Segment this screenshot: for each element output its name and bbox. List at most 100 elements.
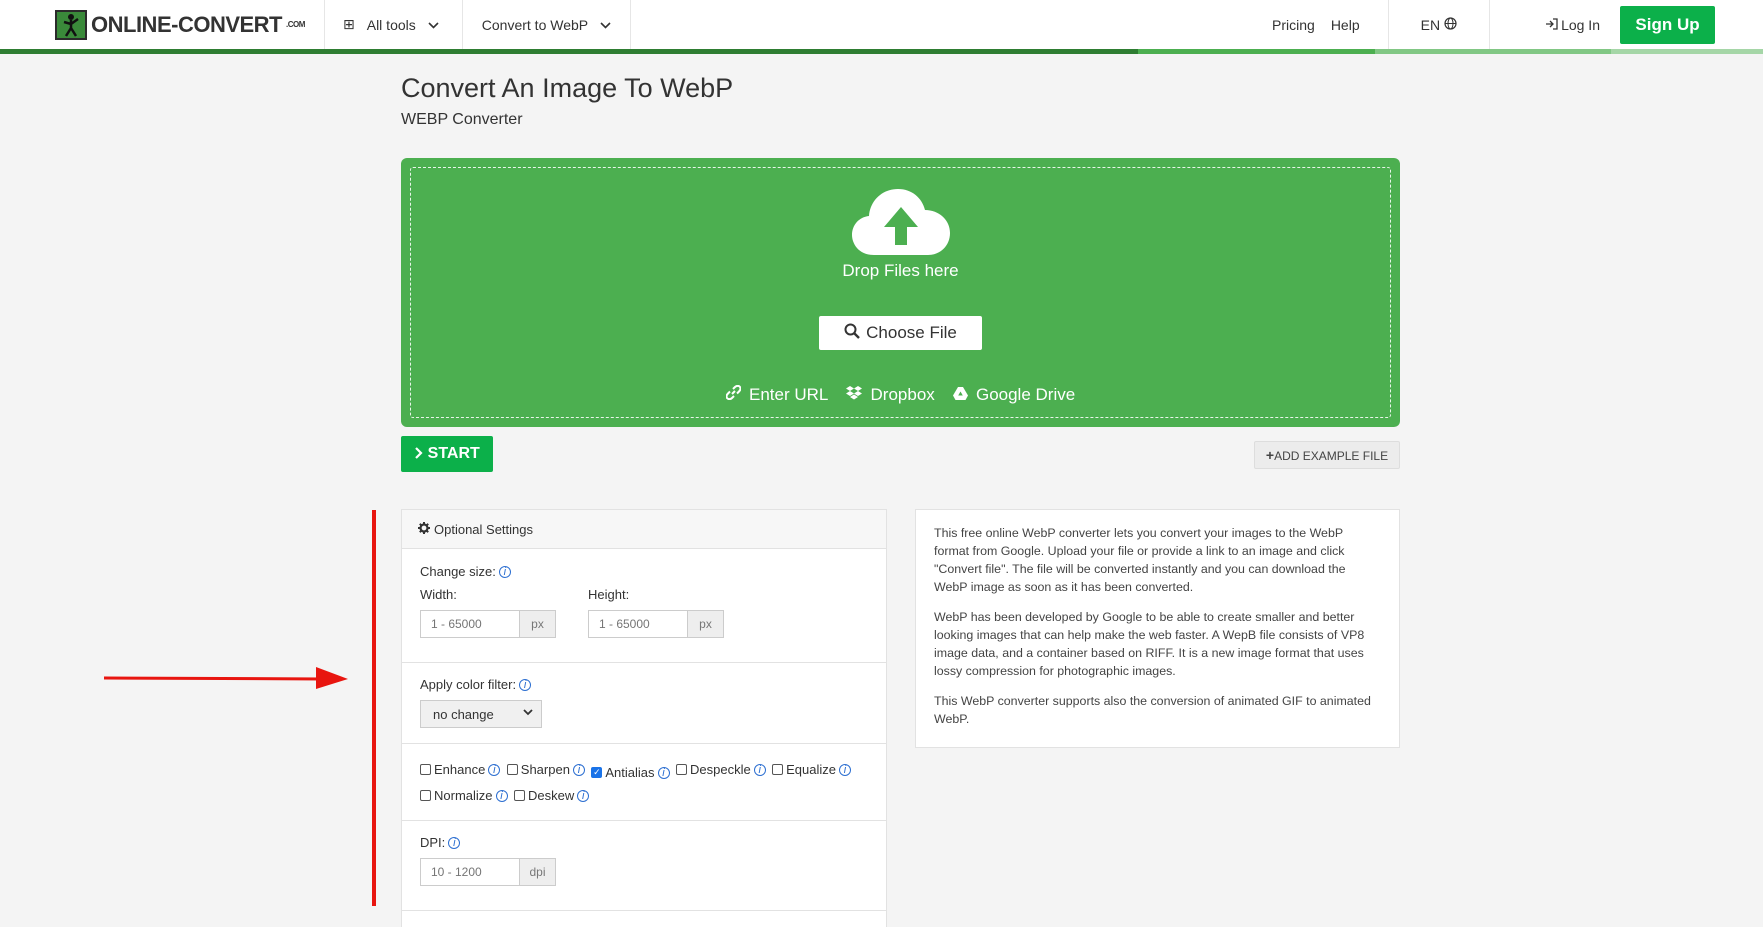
equalize-checkbox[interactable]: Equalize i	[772, 758, 852, 781]
header-progress-bar	[0, 49, 1763, 54]
color-filter-section: Apply color filter: i no change	[402, 663, 886, 744]
header-bar-segment	[1375, 49, 1611, 54]
checkbox-box[interactable]	[506, 764, 518, 775]
login-label: Log In	[1561, 16, 1600, 33]
google-drive-link[interactable]: Google Drive	[952, 385, 1076, 405]
login-link[interactable]: Log In	[1490, 0, 1620, 49]
checkbox-label: Normalize	[434, 788, 493, 803]
checkbox-box[interactable]	[675, 764, 687, 775]
dropbox-icon	[846, 386, 866, 404]
add-example-file-button[interactable]: +ADD EXAMPLE FILE	[1254, 441, 1400, 469]
annotation-vertical-line	[372, 510, 376, 906]
dpi-label: DPI:	[420, 835, 446, 850]
link-icon	[725, 384, 745, 404]
sign-up-button[interactable]: Sign Up	[1620, 5, 1715, 44]
chevron-down-icon	[600, 18, 611, 32]
sharpen-checkbox[interactable]: Sharpen i	[506, 758, 585, 781]
enter-url-label: Enter URL	[748, 385, 829, 404]
grid-icon: ⊞	[343, 16, 355, 32]
height-unit: px	[687, 611, 723, 637]
page-subtitle: WEBP Converter	[401, 111, 523, 128]
start-label: START	[427, 445, 480, 462]
info-icon[interactable]: i	[572, 763, 585, 776]
dropbox-label: Dropbox	[870, 385, 935, 404]
deskew-checkbox[interactable]: Deskew i	[513, 784, 590, 807]
info-icon[interactable]: i	[839, 763, 852, 776]
optional-settings-header: Optional Settings	[402, 510, 886, 549]
cloud-upload-icon	[850, 185, 952, 262]
description-paragraph: This free online WebP converter lets you…	[934, 526, 1346, 594]
all-tools-menu[interactable]: ⊞ All tools	[325, 0, 463, 49]
chevron-right-icon	[414, 445, 427, 462]
checkbox-label: Equalize	[786, 762, 837, 777]
filters-checkbox-list: Enhance i Sharpen i ✓ Antialias i Despeckle i…	[420, 758, 880, 808]
height-label: Height:	[588, 587, 630, 602]
start-button[interactable]: START	[401, 436, 493, 472]
checkbox-label: Despeckle	[689, 762, 751, 777]
language-selector[interactable]: EN	[1387, 0, 1491, 49]
checkbox-box[interactable]	[513, 790, 525, 801]
color-filter-select[interactable]: no change	[420, 700, 542, 728]
normalize-checkbox[interactable]: Normalize i	[420, 784, 508, 807]
dropbox-link[interactable]: Dropbox	[846, 385, 935, 405]
checkbox-box[interactable]	[772, 764, 784, 775]
header-bar-segment	[1611, 49, 1763, 54]
search-icon	[844, 323, 860, 344]
checkbox-box[interactable]	[420, 790, 431, 801]
info-icon[interactable]: i	[498, 566, 511, 578]
checkbox-label: Deskew	[527, 788, 575, 803]
pricing-link[interactable]: Pricing	[1264, 0, 1323, 49]
header-bar-segment	[1138, 49, 1375, 54]
chevron-down-icon	[428, 18, 439, 32]
convert-to-webp-menu[interactable]: Convert to WebP	[463, 0, 632, 49]
help-link[interactable]: Help	[1323, 0, 1368, 49]
logo-suffix: .COM	[286, 20, 305, 29]
logo-figure-icon	[55, 9, 87, 40]
convert-menu-label: Convert to WebP	[481, 16, 589, 33]
checkbox-box[interactable]	[420, 764, 431, 775]
color-filter-label: Apply color filter:	[420, 677, 517, 692]
despeckle-checkbox[interactable]: Despeckle i	[675, 758, 766, 781]
checkbox-checked-icon[interactable]: ✓	[591, 767, 603, 778]
converter-description: This free online WebP converter lets you…	[915, 509, 1400, 748]
width-label: Width:	[420, 587, 457, 602]
gear-icon	[418, 521, 430, 537]
info-icon[interactable]: i	[495, 789, 508, 802]
description-paragraph: WebP has been developed by Google to be …	[934, 610, 1365, 678]
color-filter-value: no change	[433, 706, 494, 722]
upload-dropzone-inner: Drop Files here Choose File Enter URL Dr…	[410, 167, 1391, 418]
globe-icon	[1444, 16, 1457, 33]
enhance-checkbox[interactable]: Enhance i	[420, 758, 501, 781]
info-icon[interactable]: i	[753, 763, 766, 776]
logo-text: ONLINE-CONVERT	[91, 11, 283, 37]
antialias-checkbox[interactable]: ✓ Antialias i	[591, 761, 670, 784]
info-icon[interactable]: i	[448, 837, 461, 849]
checkbox-label: Antialias	[605, 765, 655, 780]
annotation-arrow-icon	[104, 667, 348, 689]
height-input-group: px	[588, 610, 724, 638]
info-icon[interactable]: i	[519, 679, 532, 691]
description-paragraph: This WebP converter supports also the co…	[934, 694, 1371, 726]
enter-url-link[interactable]: Enter URL	[725, 384, 829, 405]
choose-file-button[interactable]: Choose File	[819, 316, 982, 350]
optional-settings-title: Optional Settings	[434, 521, 534, 537]
dpi-input-group: dpi	[420, 858, 556, 886]
width-input-group: px	[420, 610, 556, 638]
dpi-input[interactable]	[421, 859, 519, 885]
info-icon[interactable]: i	[657, 766, 670, 779]
upload-dropzone[interactable]: Drop Files here Choose File Enter URL Dr…	[401, 158, 1400, 427]
change-size-section: Change size:i Width: Height: px px	[402, 549, 886, 663]
dpi-unit: dpi	[519, 859, 555, 885]
choose-file-label: Choose File	[866, 323, 957, 342]
logo[interactable]: ONLINE-CONVERT .COM	[0, 0, 325, 49]
height-input[interactable]	[589, 611, 687, 637]
chevron-down-icon	[523, 707, 533, 719]
info-icon[interactable]: i	[488, 763, 501, 776]
info-icon[interactable]: i	[577, 789, 590, 802]
language-label: EN	[1420, 16, 1441, 33]
google-drive-label: Google Drive	[975, 385, 1076, 404]
filters-checkbox-section: Enhance i Sharpen i ✓ Antialias i Despeckle i…	[402, 744, 886, 821]
all-tools-label: All tools	[366, 16, 416, 33]
width-input[interactable]	[421, 611, 519, 637]
checkbox-label: Sharpen	[520, 762, 570, 777]
